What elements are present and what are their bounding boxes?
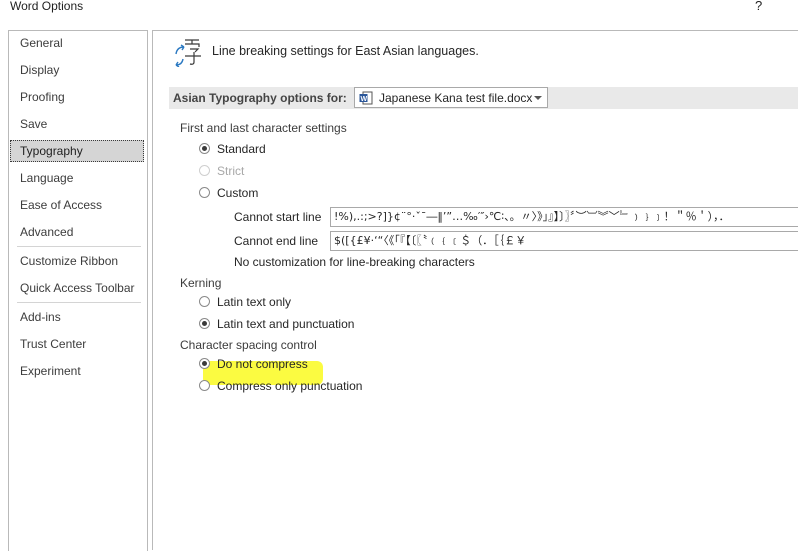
title-bar: Word Options ? <box>0 0 798 26</box>
asian-typography-icon <box>175 39 201 67</box>
cannot-end-label: Cannot end line <box>234 234 319 248</box>
compress-punct-label: Compress only punctuation <box>217 379 363 393</box>
latin-only-radio[interactable] <box>199 296 210 307</box>
sidebar-item-typography[interactable]: Typography <box>10 140 144 162</box>
panel-header-text: Line breaking settings for East Asian la… <box>212 44 479 58</box>
section-header-bar: Asian Typography options for: W Japanese… <box>169 87 798 109</box>
latin-punct-radio[interactable] <box>199 318 210 329</box>
sidebar-item-language[interactable]: Language <box>10 167 144 189</box>
strict-radio[interactable] <box>199 165 210 176</box>
window-title: Word Options <box>10 0 84 13</box>
cannot-start-label: Cannot start line <box>234 210 322 224</box>
sidebar-item-save[interactable]: Save <box>10 113 144 135</box>
sidebar-item-general[interactable]: General <box>10 32 144 54</box>
first-last-group-label: First and last character settings <box>180 121 347 135</box>
no-compress-label: Do not compress <box>217 357 308 371</box>
sidebar-divider <box>17 246 141 247</box>
sidebar-item-add-ins[interactable]: Add-ins <box>10 306 144 328</box>
spacing-group-label: Character spacing control <box>180 338 317 352</box>
cannot-end-field[interactable]: $([{£¥·‘“〈《「『【〔〖〝﹙﹛﹝＄（．［｛￡￥ <box>330 231 798 251</box>
sidebar-item-trust-center[interactable]: Trust Center <box>10 333 144 355</box>
cannot-start-field[interactable]: !%),.:;>?]}¢¨°·ˇˉ―‖’”…‰′″›℃∶、。〃〉》」』】〕〗〞︶… <box>330 207 798 227</box>
latin-only-label: Latin text only <box>217 295 292 309</box>
sidebar-item-advanced[interactable]: Advanced <box>10 221 144 243</box>
chevron-down-icon <box>534 96 542 100</box>
help-button[interactable]: ? <box>755 0 762 13</box>
sidebar-divider <box>17 302 141 303</box>
document-dropdown[interactable]: W Japanese Kana test file.docx <box>354 87 548 108</box>
sidebar-item-quick-access-toolbar[interactable]: Quick Access Toolbar <box>10 277 144 299</box>
options-sidebar: General Display Proofing Save Typography… <box>8 30 148 551</box>
latin-punct-label: Latin text and punctuation <box>217 317 355 331</box>
no-compress-radio[interactable] <box>199 358 210 369</box>
standard-radio[interactable] <box>199 143 210 154</box>
sidebar-item-customize-ribbon[interactable]: Customize Ribbon <box>10 250 144 272</box>
svg-text:W: W <box>361 96 368 103</box>
document-name: Japanese Kana test file.docx <box>379 91 533 105</box>
custom-label: Custom <box>217 186 259 200</box>
custom-radio[interactable] <box>199 187 210 198</box>
sidebar-item-experiment[interactable]: Experiment <box>10 360 144 382</box>
typography-panel: Line breaking settings for East Asian la… <box>152 30 798 550</box>
no-customization-text: No customization for line-breaking chara… <box>234 255 475 269</box>
section-label: Asian Typography options for: <box>173 91 347 105</box>
strict-label: Strict <box>217 164 245 178</box>
compress-punct-radio[interactable] <box>199 380 210 391</box>
standard-label: Standard <box>217 142 266 156</box>
sidebar-item-ease-of-access[interactable]: Ease of Access <box>10 194 144 216</box>
sidebar-item-display[interactable]: Display <box>10 59 144 81</box>
word-document-icon: W <box>359 91 373 105</box>
sidebar-item-proofing[interactable]: Proofing <box>10 86 144 108</box>
kerning-group-label: Kerning <box>180 276 222 290</box>
